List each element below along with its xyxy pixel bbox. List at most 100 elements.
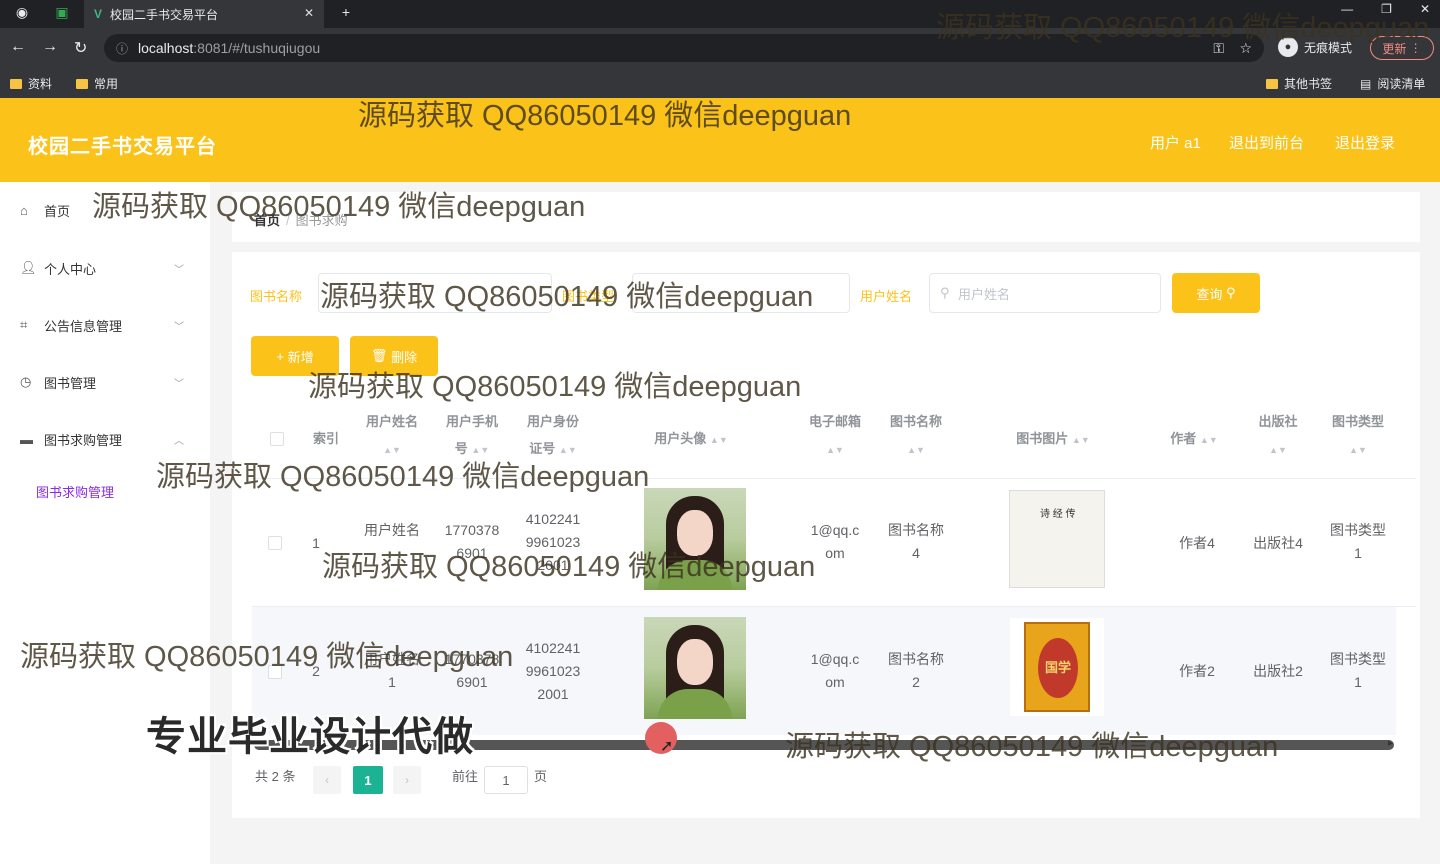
- sort-icon[interactable]: ▲▼: [1072, 435, 1090, 445]
- other-bookmarks[interactable]: 其他书签: [1266, 75, 1332, 92]
- book-image: 国学: [1010, 618, 1104, 716]
- star-icon[interactable]: ☆: [1239, 40, 1252, 57]
- select-all-checkbox[interactable]: [270, 432, 284, 446]
- cell-user-name: 用户姓名: [364, 522, 420, 538]
- page-number-current[interactable]: 1: [353, 766, 383, 794]
- user-name-placeholder: 用户姓名: [958, 286, 1011, 302]
- add-button[interactable]: + 新增: [251, 336, 339, 376]
- plus-icon: +: [276, 348, 284, 364]
- current-user: 用户 a1: [1150, 135, 1201, 152]
- bookmark-folder[interactable]: 资料: [10, 75, 52, 92]
- delete-button-label: 删除: [391, 349, 418, 365]
- cell-line: 用户姓名: [364, 651, 420, 667]
- column-header-email[interactable]: 电子邮箱 ▲▼: [794, 408, 876, 464]
- cell-line: 1770378: [444, 651, 500, 667]
- book-type-select[interactable]: [632, 273, 850, 313]
- cell-phone: 1770378 6901: [432, 519, 512, 565]
- forward-icon[interactable]: →: [42, 38, 58, 56]
- incognito-label: 无痕模式: [1304, 40, 1353, 55]
- cell-book-type: 图书类型 1: [1318, 519, 1398, 565]
- user-avatar-image: [644, 617, 746, 719]
- new-tab-icon[interactable]: +: [336, 4, 356, 20]
- update-button[interactable]: 更新 ⋮: [1370, 36, 1434, 60]
- folder-icon: [10, 78, 22, 89]
- back-to-front-link[interactable]: 退出到前台: [1229, 132, 1304, 153]
- prev-page-button[interactable]: ‹: [313, 766, 341, 794]
- column-header-phone[interactable]: 用户手机号 ▲▼: [432, 408, 512, 464]
- sidebar-item-label: 图书求购管理: [44, 432, 123, 448]
- book-name-input[interactable]: [318, 273, 552, 313]
- sidebar-subitem-purchase[interactable]: 图书求购管理: [36, 482, 114, 501]
- row-checkbox[interactable]: [268, 536, 282, 550]
- cell-line: 1: [1354, 545, 1362, 561]
- incognito-indicator[interactable]: ● 无痕模式: [1278, 37, 1352, 57]
- breadcrumb-home[interactable]: 首页: [254, 213, 280, 228]
- sort-icon[interactable]: ▲▼: [383, 445, 401, 455]
- column-header-book-name[interactable]: 图书名称 ▲▼: [876, 408, 956, 464]
- cell-line: 图书名称: [888, 651, 944, 667]
- book-cover-title: 国学: [1038, 638, 1078, 698]
- cell-line: 图书类型: [1330, 522, 1386, 538]
- sort-icon[interactable]: ▲▼: [559, 445, 577, 455]
- next-page-button[interactable]: ›: [393, 766, 421, 794]
- cell-line: 9961023: [525, 663, 581, 679]
- sort-icon[interactable]: ▲▼: [471, 445, 489, 455]
- column-header-book-type[interactable]: 图书类型 ▲▼: [1318, 408, 1398, 464]
- reload-icon[interactable]: ↻: [74, 38, 87, 58]
- scroll-right-icon[interactable]: ▸: [1388, 738, 1393, 749]
- cell-line: 图书名称: [888, 522, 944, 538]
- delete-button[interactable]: 🗑︎ 删除: [350, 336, 438, 376]
- back-icon[interactable]: ←: [10, 38, 26, 56]
- film-icon: ▬: [20, 431, 33, 447]
- tab-close-icon[interactable]: ✕: [304, 6, 314, 20]
- sidebar-item-profile[interactable]: 👤︎ 个人中心 ﹀: [0, 248, 210, 288]
- user-avatar-image: [644, 488, 746, 590]
- book-image: 诗 经 传: [1009, 490, 1105, 588]
- sidebar-item-purchase[interactable]: ▬ 图书求购管理 ︿: [0, 419, 210, 459]
- column-header-book-image[interactable]: 图书图片 ▲▼: [988, 425, 1118, 454]
- cell-author: 作者2: [1179, 663, 1215, 679]
- column-header-publisher[interactable]: 出版社 ▲▼: [1238, 408, 1318, 464]
- home-icon: ⌂: [20, 202, 28, 218]
- logout-link[interactable]: 退出登录: [1335, 132, 1395, 153]
- goto-page-input[interactable]: 1: [484, 766, 528, 794]
- minimize-icon[interactable]: —: [1341, 2, 1353, 16]
- restore-icon[interactable]: ❐: [1381, 2, 1392, 16]
- sort-icon[interactable]: ▲▼: [826, 445, 844, 455]
- goto-label: 前往: [452, 769, 479, 784]
- chevron-down-icon: ﹀: [174, 378, 184, 390]
- user-icon: 👤︎: [20, 260, 37, 275]
- sort-icon[interactable]: ▲▼: [1200, 435, 1218, 445]
- row-checkbox[interactable]: [268, 665, 282, 679]
- url-field[interactable]: ⓘ localhost:8081/#/tushuqiugou ⚿ ☆: [104, 34, 1264, 62]
- sort-icon[interactable]: ▲▼: [1269, 445, 1287, 455]
- crop-icon: ⌗: [20, 317, 28, 332]
- header-label: 证号: [529, 441, 556, 456]
- header-label: 用户姓名: [365, 414, 418, 429]
- tab-favicon-icon: ▣: [55, 4, 69, 20]
- trash-icon: 🗑︎: [370, 348, 388, 363]
- sort-icon[interactable]: ▲▼: [907, 445, 925, 455]
- browser-tab[interactable]: V 校园二手书交易平台 ✕: [84, 0, 324, 28]
- sidebar-item-home[interactable]: ⌂ 首页: [0, 190, 210, 230]
- user-name-label: 用户姓名: [860, 289, 913, 304]
- sidebar-item-notices[interactable]: ⌗ 公告信息管理 ﹀: [0, 305, 210, 345]
- bookmark-folder[interactable]: 常用: [76, 75, 118, 92]
- header-label: 图书类型: [1331, 414, 1384, 429]
- column-header-author[interactable]: 作者 ▲▼: [1154, 425, 1234, 454]
- column-header-id[interactable]: 用户身份 证号 ▲▼: [512, 408, 594, 464]
- sort-icon[interactable]: ▲▼: [1349, 445, 1367, 455]
- sort-icon[interactable]: ▲▼: [710, 435, 728, 445]
- sidebar-item-books[interactable]: ◷ 图书管理 ﹀: [0, 362, 210, 402]
- column-header-user-name[interactable]: 用户姓名 ▲▼: [352, 408, 432, 464]
- other-bookmarks-label: 其他书签: [1284, 77, 1333, 91]
- close-window-icon[interactable]: ✕: [1420, 2, 1430, 16]
- info-icon[interactable]: ⓘ: [116, 40, 128, 57]
- search-button[interactable]: 查询 ⚲: [1172, 273, 1260, 313]
- key-icon[interactable]: ⚿: [1213, 40, 1224, 57]
- reading-list[interactable]: ▤ 阅读清单: [1360, 75, 1425, 92]
- add-button-label: 新增: [287, 349, 314, 365]
- header-label: 电子邮箱: [808, 414, 861, 429]
- column-header-avatar[interactable]: 用户头像 ▲▼: [626, 425, 756, 454]
- user-name-input[interactable]: ⚲ 用户姓名: [929, 273, 1161, 313]
